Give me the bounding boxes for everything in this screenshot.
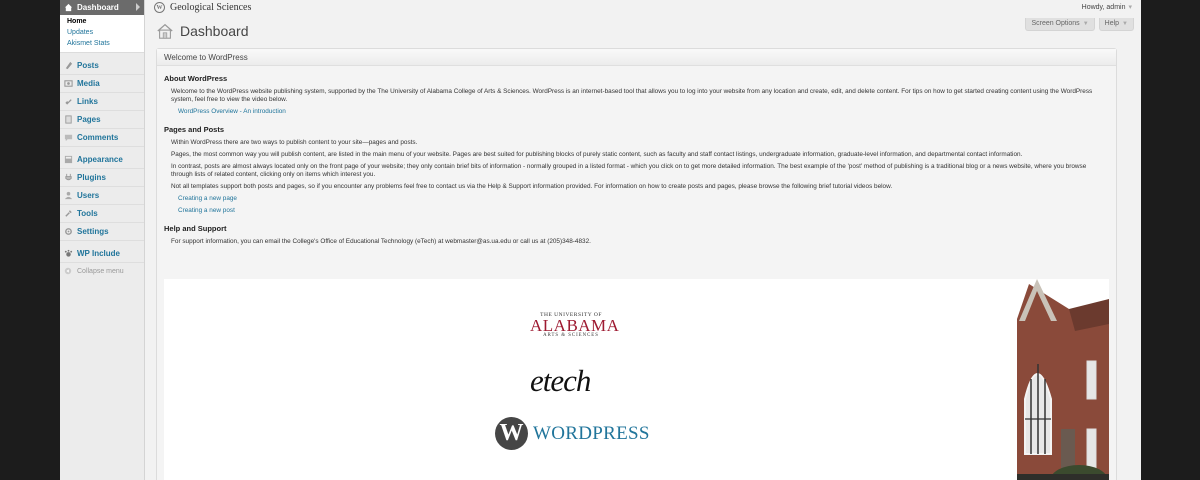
menu-tools-label: Tools: [77, 209, 98, 218]
screen-meta-tabs: Screen Options ▼ Help ▼: [1025, 18, 1134, 31]
wordpress-logo: W WORDPRESS: [495, 417, 650, 450]
menu-users[interactable]: Users: [60, 187, 144, 205]
right-dark-margin: [1141, 0, 1200, 480]
appearance-icon: [63, 155, 73, 165]
creating-post-link[interactable]: Creating a new post: [178, 207, 1109, 214]
chevron-down-icon: ▼: [1082, 21, 1089, 27]
left-dark-margin: [0, 0, 60, 480]
dashboard-submenu: Home Updates Akismet Stats: [60, 15, 144, 53]
admin-menu: Dashboard Home Updates Akismet Stats Pos…: [60, 0, 145, 480]
pages-paragraph-1: Within WordPress there are two ways to p…: [171, 139, 418, 146]
tools-icon: [63, 209, 73, 219]
wordpress-wordmark: WORDPRESS: [533, 422, 650, 444]
site-name: Geological Sciences: [170, 2, 252, 13]
chevron-down-icon: ▼: [1122, 21, 1128, 27]
plugins-icon: [63, 173, 73, 183]
pages-paragraph-4: Not all templates support both posts and…: [171, 183, 893, 190]
screen-options-button[interactable]: Screen Options ▼: [1025, 18, 1095, 31]
alabama-logo: THE UNIVERSITY OF ALABAMA ARTS & SCIENCE…: [530, 312, 620, 338]
help-label: Help: [1104, 20, 1120, 27]
menu-appearance[interactable]: Appearance: [60, 151, 144, 169]
building-image: [979, 279, 1109, 480]
menu-settings-label: Settings: [77, 227, 109, 236]
etech-logo: etech: [530, 363, 591, 398]
wp-admin-window: Dashboard Home Updates Akismet Stats Pos…: [60, 0, 1141, 480]
menu-pages-label: Pages: [77, 115, 101, 124]
users-icon: [63, 191, 73, 201]
menu-tools[interactable]: Tools: [60, 205, 144, 223]
pages-paragraph-2: Pages, the most common way you will publ…: [171, 151, 1023, 158]
about-text: Welcome to the WordPress website publish…: [171, 88, 1093, 103]
creating-page-link[interactable]: Creating a new page: [178, 195, 1109, 202]
widget-title: Welcome to WordPress: [164, 52, 248, 62]
menu-pages[interactable]: Pages: [60, 111, 144, 129]
collapse-menu[interactable]: Collapse menu: [60, 263, 144, 279]
logo-banner: THE UNIVERSITY OF ALABAMA ARTS & SCIENCE…: [164, 279, 1109, 480]
media-icon: [63, 79, 73, 89]
wordpress-mark-icon: W: [495, 417, 528, 450]
menu-appearance-label: Appearance: [77, 155, 123, 164]
dashboard-icon: [63, 3, 73, 13]
howdy-label: Howdy, admin: [1081, 4, 1126, 11]
menu-dashboard[interactable]: Dashboard: [60, 0, 144, 15]
pages-paragraph-3: In contrast, posts are almost always loc…: [171, 163, 1087, 178]
collapse-icon: [63, 266, 73, 276]
widget-header[interactable]: Welcome to WordPress: [157, 49, 1116, 66]
about-heading: About WordPress: [164, 74, 228, 83]
pages-posts-heading: Pages and Posts: [164, 125, 225, 134]
page-title: Dashboard: [180, 23, 249, 39]
welcome-widget: Welcome to WordPress About WordPress Wel…: [156, 48, 1117, 480]
help-support-text: For support information, you can email t…: [171, 238, 591, 245]
collapse-menu-label: Collapse menu: [77, 267, 124, 275]
house-icon: [157, 23, 173, 39]
menu-posts-label: Posts: [77, 61, 99, 70]
help-button[interactable]: Help ▼: [1098, 18, 1134, 31]
chevron-down-icon: ▾: [1128, 4, 1132, 11]
menu-wp-include-label: WP Include: [77, 249, 120, 258]
current-arrow-icon: [136, 3, 140, 11]
submenu-home[interactable]: Home: [60, 16, 144, 27]
menu-links-label: Links: [77, 97, 98, 106]
submenu-akismet-stats[interactable]: Akismet Stats: [60, 38, 144, 49]
menu-comments[interactable]: Comments: [60, 129, 144, 147]
wp-include-icon: [63, 249, 73, 259]
help-support-heading: Help and Support: [164, 224, 227, 233]
submenu-updates[interactable]: Updates: [60, 27, 144, 38]
menu-users-label: Users: [77, 191, 100, 200]
menu-plugins[interactable]: Plugins: [60, 169, 144, 187]
menu-media-label: Media: [77, 79, 100, 88]
alabama-logo-main: ALABAMA: [530, 316, 620, 335]
page-header: Dashboard: [156, 22, 249, 40]
menu-settings[interactable]: Settings: [60, 223, 144, 241]
settings-icon: [63, 227, 73, 237]
menu-wp-include[interactable]: WP Include: [60, 245, 144, 263]
menu-links[interactable]: Links: [60, 93, 144, 111]
pages-icon: [63, 115, 73, 125]
wordpress-overview-link[interactable]: WordPress Overview - An introduction: [178, 108, 1109, 115]
screen-options-label: Screen Options: [1031, 20, 1080, 27]
wordpress-logo-icon: W: [154, 2, 165, 13]
links-icon: [63, 97, 73, 107]
menu-media[interactable]: Media: [60, 75, 144, 93]
menu-dashboard-label: Dashboard: [77, 3, 119, 12]
menu-comments-label: Comments: [77, 133, 119, 142]
site-title-link[interactable]: W Geological Sciences: [154, 2, 251, 13]
user-greeting[interactable]: Howdy, admin ▾: [1082, 3, 1132, 11]
posts-icon: [63, 61, 73, 71]
comments-icon: [63, 133, 73, 143]
menu-posts[interactable]: Posts: [60, 57, 144, 75]
menu-plugins-label: Plugins: [77, 173, 106, 182]
